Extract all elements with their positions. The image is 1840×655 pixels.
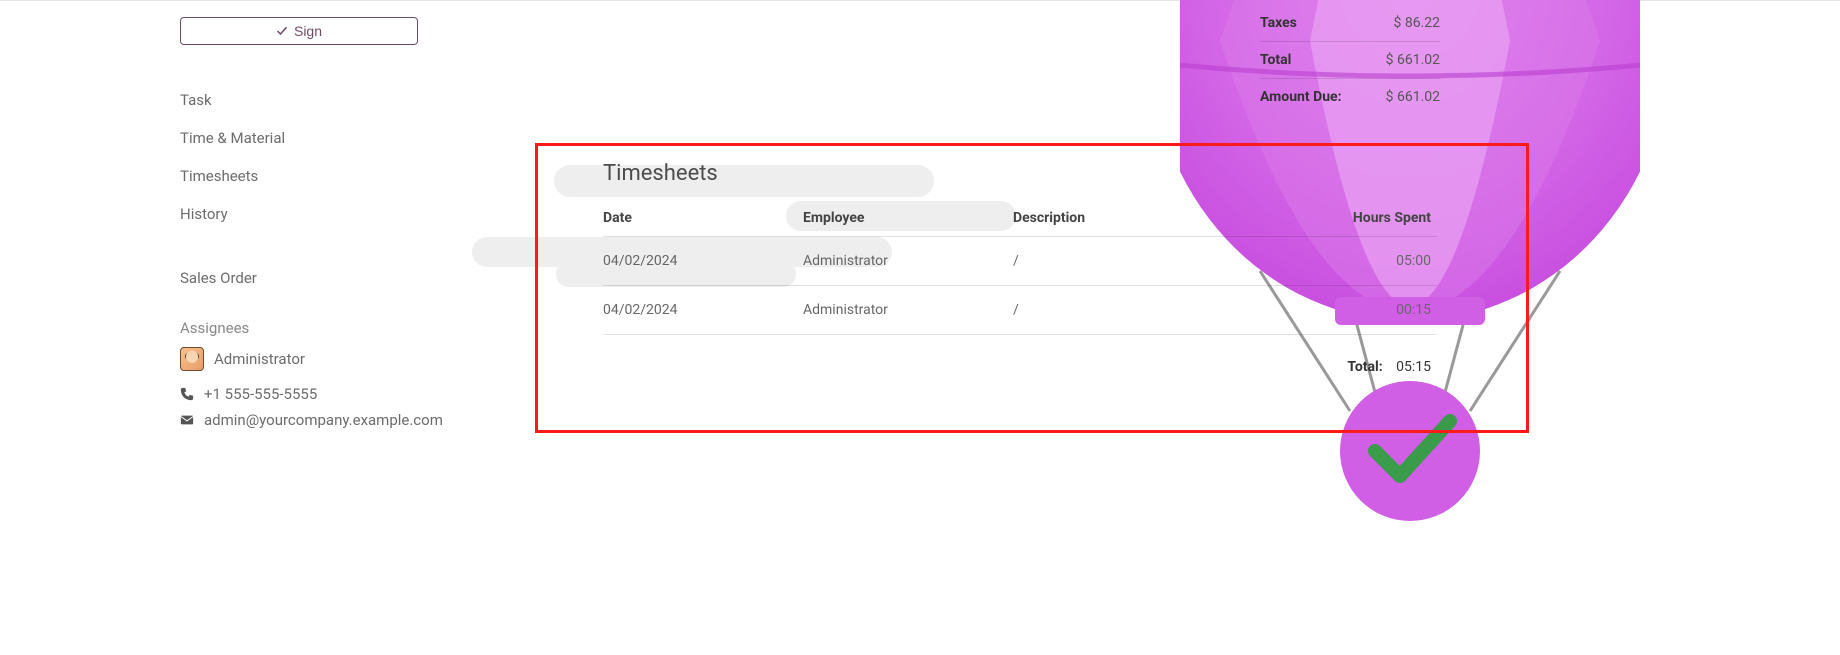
sign-button-label: Sign [294,23,322,39]
phone-text: +1 555-555-5555 [204,385,317,403]
timesheets-title: Timesheets [603,161,1437,186]
phone-icon [180,387,194,401]
contact-email[interactable]: admin@yourcompany.example.com [180,407,440,433]
summary-row-total: Total $ 661.02 [1260,42,1440,79]
summary-total-label: Total [1260,52,1291,68]
summary-taxes-label: Taxes [1260,15,1297,31]
summary-total-value: $ 661.02 [1386,52,1440,68]
summary-due-label: Amount Due: [1260,89,1342,105]
summary-panel: Taxes $ 86.22 Total $ 661.02 Amount Due:… [1260,5,1440,115]
total-label: Total: [1347,359,1382,375]
summary-row-due: Amount Due: $ 661.02 [1260,79,1440,115]
col-hours: Hours Spent [1253,210,1437,226]
table-row: 04/02/2024 Administrator / 05:00 [603,237,1437,286]
col-date: Date [603,210,803,226]
cell-hours: 00:15 [1253,302,1437,318]
sidebar-item-sales-order[interactable]: Sales Order [180,259,440,297]
sidebar-item-timesheets[interactable]: Timesheets [180,157,440,195]
sidebar-item-time-material[interactable]: Time & Material [180,119,440,157]
contact-phone[interactable]: +1 555-555-5555 [180,381,440,407]
sidebar: Sign Task Time & Material Timesheets His… [180,17,440,433]
timesheets-table: Date Employee Description Hours Spent 04… [603,200,1437,375]
col-employee: Employee [803,210,1013,226]
cell-date: 04/02/2024 [603,302,803,318]
summary-taxes-value: $ 86.22 [1393,15,1440,31]
table-header: Date Employee Description Hours Spent [603,200,1437,237]
timesheets-panel: Timesheets Date Employee Description Hou… [603,161,1437,375]
cell-date: 04/02/2024 [603,253,803,269]
table-row: 04/02/2024 Administrator / 00:15 [603,286,1437,335]
cell-description: / [1013,253,1253,269]
email-text: admin@yourcompany.example.com [204,411,443,429]
sign-button[interactable]: Sign [180,17,418,45]
sidebar-item-history[interactable]: History [180,195,440,233]
col-description: Description [1013,210,1253,226]
timesheets-total-row: Total: 05:15 [603,335,1437,375]
cell-hours: 05:00 [1253,253,1437,269]
assignees-heading: Assignees [180,311,440,343]
sidebar-item-task[interactable]: Task [180,81,440,119]
envelope-icon [180,413,194,427]
assignee-name: Administrator [214,350,305,368]
cell-description: / [1013,302,1253,318]
summary-due-value: $ 661.02 [1386,89,1440,105]
cell-employee: Administrator [803,302,1013,318]
avatar [180,347,204,371]
summary-row-taxes: Taxes $ 86.22 [1260,5,1440,42]
check-icon [276,25,288,37]
cell-employee: Administrator [803,253,1013,269]
assignee-row: Administrator [180,343,440,381]
total-hours: 05:15 [1396,359,1431,375]
